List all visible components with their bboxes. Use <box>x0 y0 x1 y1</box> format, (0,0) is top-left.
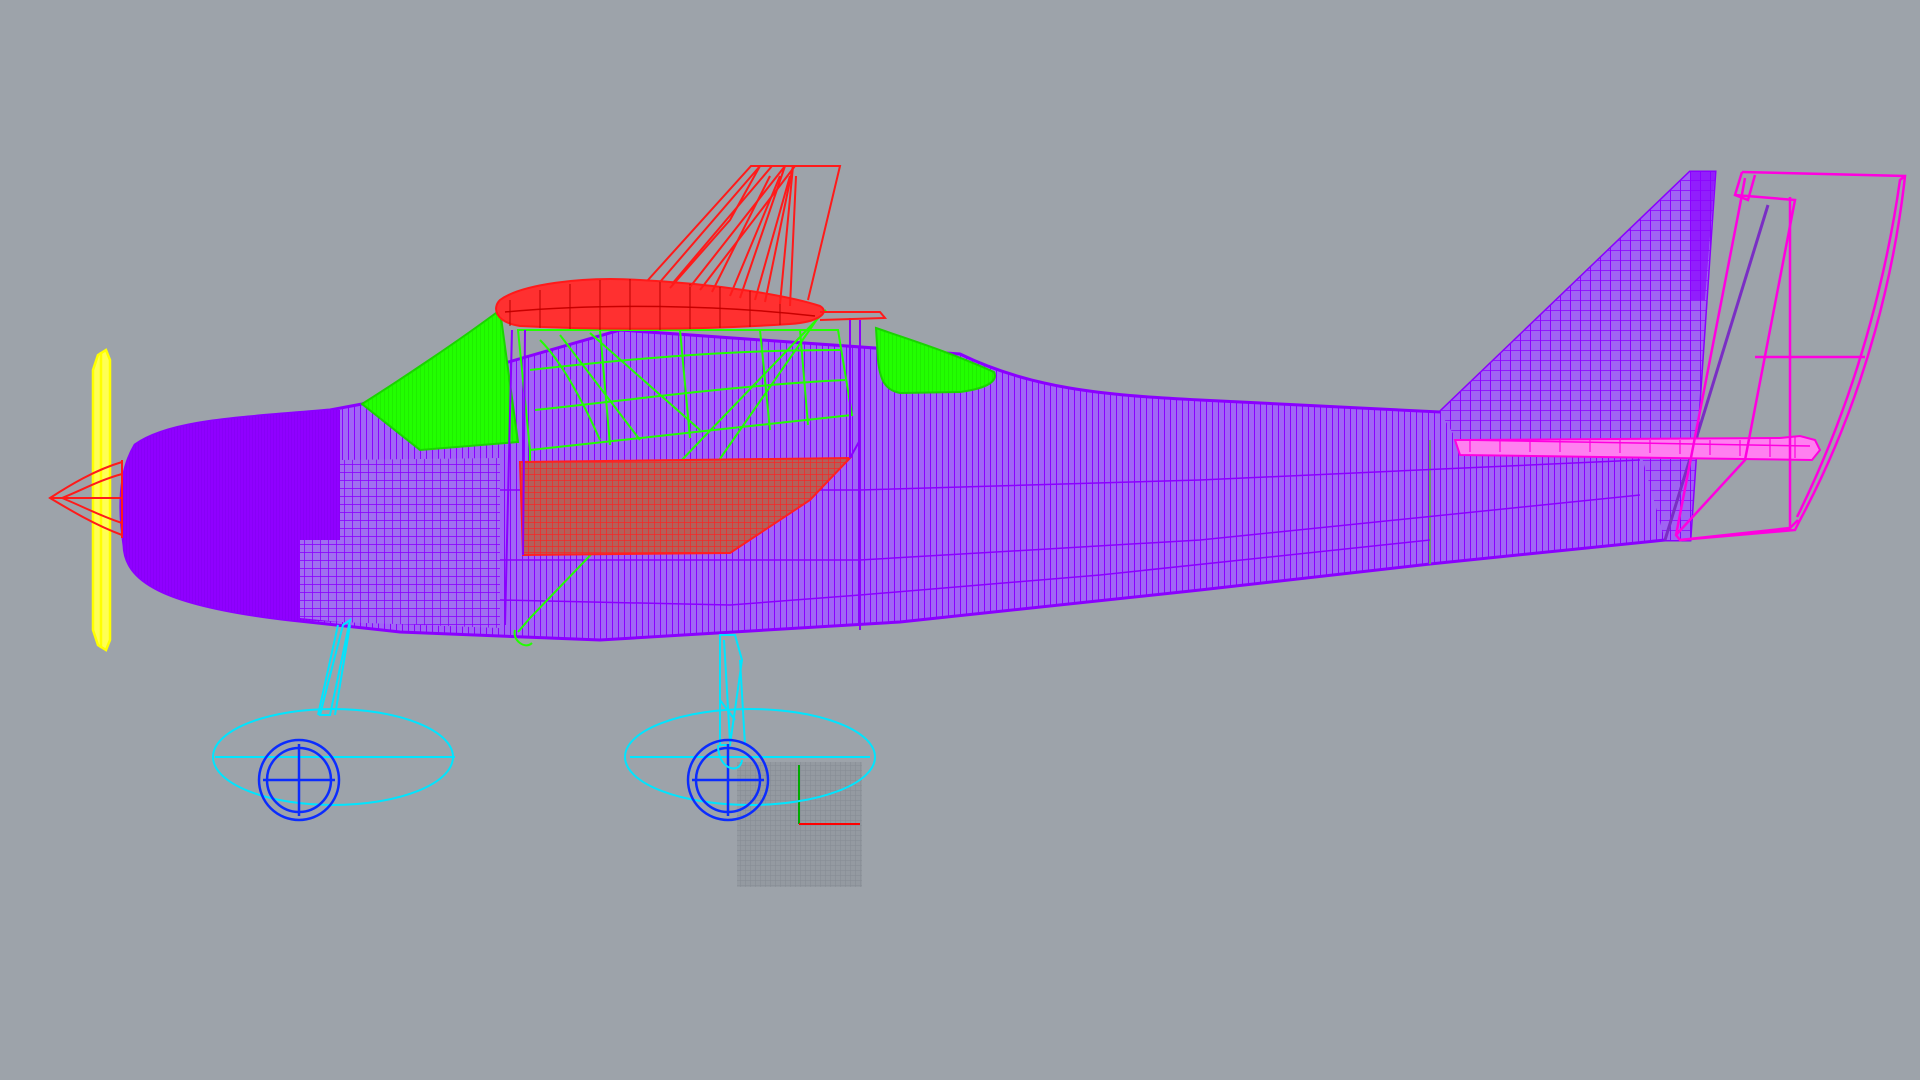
rhino-viewport[interactable] <box>0 0 1920 1080</box>
main-wheel[interactable] <box>686 738 770 822</box>
aircraft-wireframe-scene[interactable] <box>0 0 1920 1080</box>
horizontal-stabilizer[interactable] <box>1453 434 1822 462</box>
propeller-blade[interactable] <box>91 348 112 652</box>
nose-landing-gear[interactable] <box>212 617 455 806</box>
nose-wheel[interactable] <box>257 738 341 822</box>
